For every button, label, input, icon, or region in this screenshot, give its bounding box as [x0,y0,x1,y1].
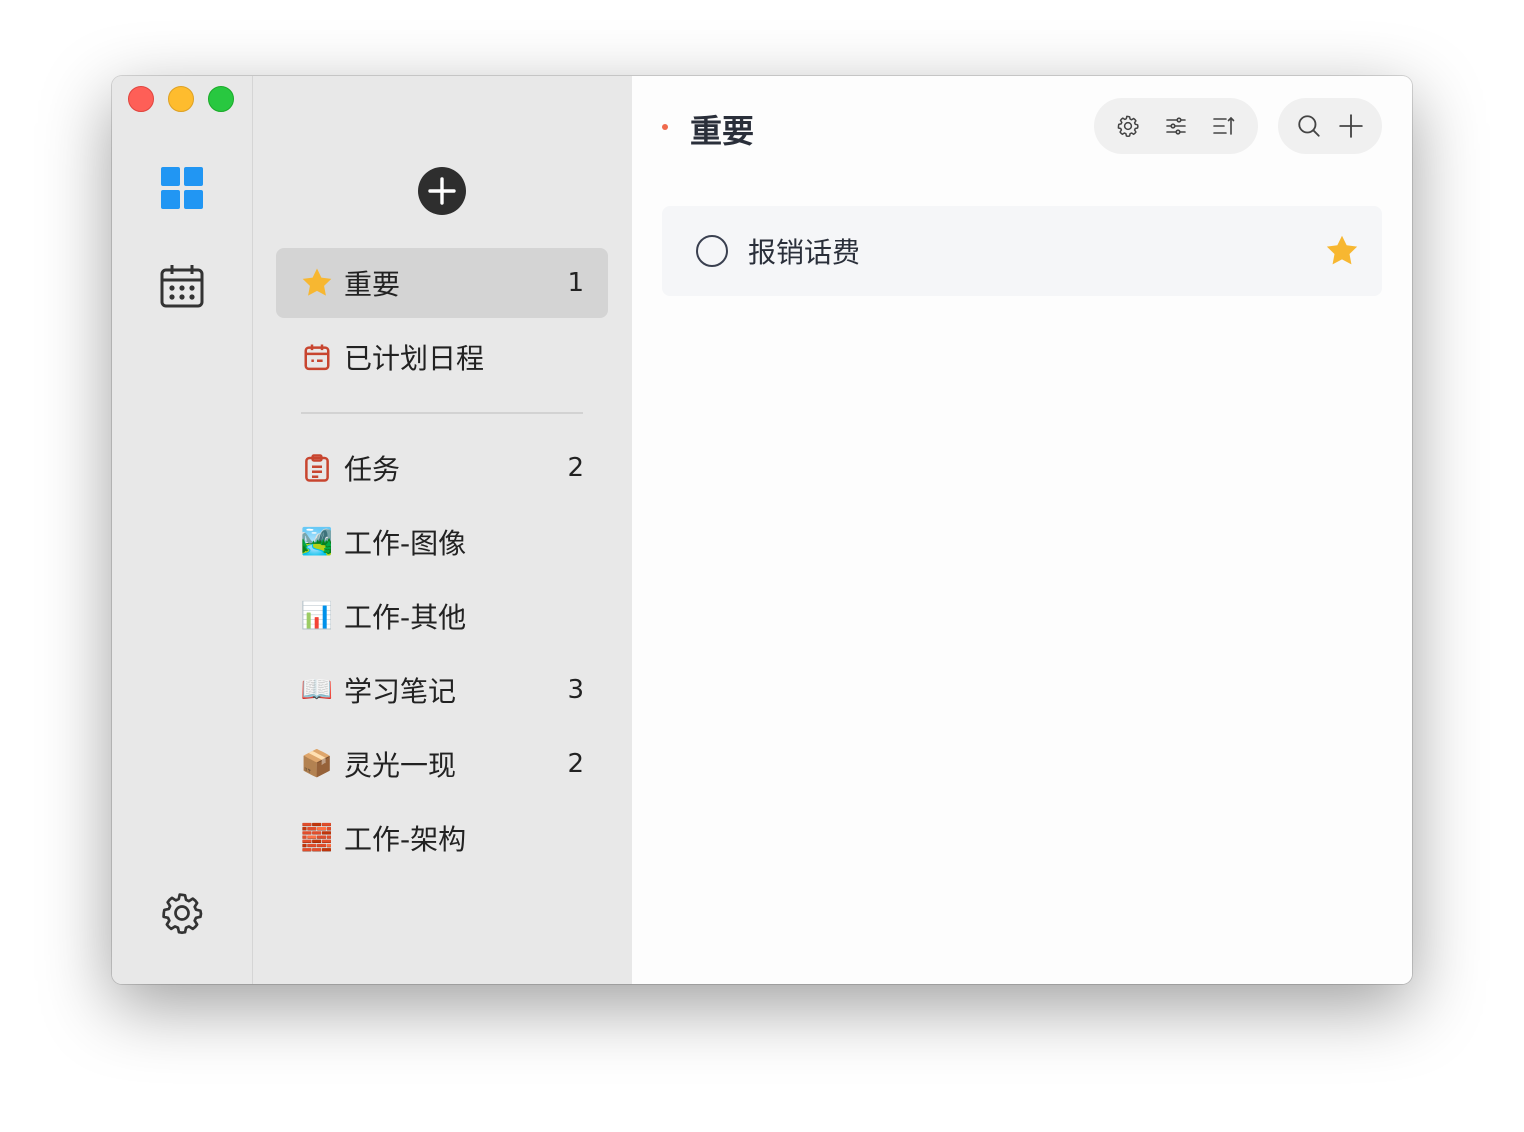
list-item-important[interactable]: 重要 1 [276,248,608,318]
list-count: 2 [567,749,584,779]
package-emoji-icon: 📦 [300,749,334,779]
list-options-toolbar [1094,98,1258,154]
list-count: 1 [567,268,584,298]
list-count: 2 [567,453,584,483]
landscape-emoji-icon: 🏞️ [300,527,334,557]
calendar-list-icon [300,340,334,374]
gear-icon[interactable] [1108,106,1148,146]
star-icon[interactable] [1324,233,1360,269]
calendar-icon[interactable] [158,262,206,310]
list-item-work-other[interactable]: 📊 工作-其他 [276,581,608,651]
list-item-inspiration[interactable]: 📦 灵光一现 2 [276,729,608,799]
plus-circle-icon[interactable] [418,167,466,215]
list-label: 工作-架构 [344,823,467,856]
book-emoji-icon: 📖 [300,675,334,705]
list-item-study-notes[interactable]: 📖 学习笔记 3 [276,655,608,725]
main-panel: 重要 报销话费 [632,76,1412,984]
zoom-button[interactable] [208,86,234,112]
close-button[interactable] [128,86,154,112]
divider [301,412,583,414]
window-controls [128,86,234,112]
list-label: 重要 [344,268,401,301]
list-item-scheduled[interactable]: 已计划日程 [276,322,608,392]
title-dot [662,124,668,130]
list-label: 工作-其他 [344,601,467,634]
star-icon [300,266,334,300]
list-item-work-images[interactable]: 🏞️ 工作-图像 [276,507,608,577]
icon-rail [112,76,253,984]
list-label: 学习笔记 [344,675,457,708]
bricks-emoji-icon: 🧱 [300,823,334,853]
list-item-tasks[interactable]: 任务 2 [276,433,608,503]
task-title: 报销话费 [748,236,861,269]
gear-icon[interactable] [158,889,206,937]
sort-icon[interactable] [1204,106,1244,146]
list-label: 任务 [344,453,401,486]
plus-icon[interactable] [1331,106,1371,146]
search-add-toolbar [1278,98,1382,154]
list-count: 3 [567,675,584,705]
task-checkbox[interactable] [696,235,728,267]
list-item-work-architecture[interactable]: 🧱 工作-架构 [276,803,608,873]
list-label: 工作-图像 [344,527,467,560]
list-label: 已计划日程 [344,342,485,375]
task-item[interactable]: 报销话费 [662,206,1382,296]
list-label: 灵光一现 [344,749,457,782]
app-window: 重要 1 已计划日程 任务 2 🏞️ 工作-图像 📊 工作-其他 📖 学习笔记 … [112,76,1412,984]
grid-icon[interactable] [160,166,204,210]
clipboard-icon [300,451,334,485]
minimize-button[interactable] [168,86,194,112]
page-title: 重要 [690,112,755,150]
sliders-icon[interactable] [1156,106,1196,146]
list-sidebar: 重要 1 已计划日程 任务 2 🏞️ 工作-图像 📊 工作-其他 📖 学习笔记 … [253,76,632,984]
search-icon[interactable] [1289,106,1329,146]
bar-chart-emoji-icon: 📊 [300,601,334,631]
